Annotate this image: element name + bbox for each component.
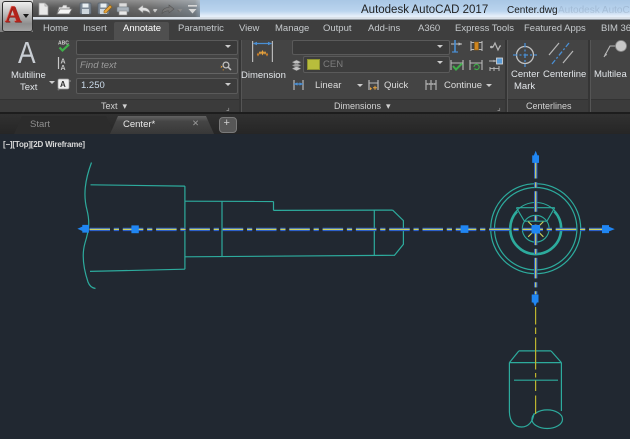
- svg-text:A: A: [60, 80, 66, 89]
- svg-text:A: A: [61, 65, 66, 72]
